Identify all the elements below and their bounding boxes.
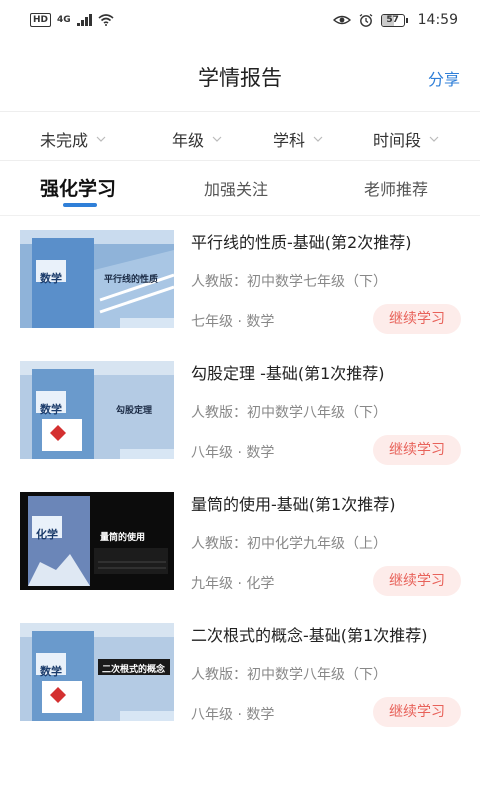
- wifi-icon: [98, 14, 114, 26]
- filter-period-dropdown[interactable]: 时间段: [373, 127, 439, 151]
- lesson-title: 量筒的使用-基础(第1次推荐): [191, 495, 396, 514]
- chevron-down-icon: [212, 136, 222, 142]
- lesson-meta: 八年级 · 数学: [191, 445, 275, 461]
- lesson-list: 数学 平行线的性质 平行线的性质-基础(第2次推荐) 人教版：初中数学七年级（下…: [0, 217, 480, 741]
- lesson-thumbnail[interactable]: 数学 勾股定理: [20, 361, 174, 459]
- lesson-edition: 人教版：初中数学八年级（下）: [191, 667, 387, 683]
- lesson-meta: 七年级 · 数学: [191, 314, 275, 330]
- alarm-icon: [359, 13, 373, 27]
- battery-level: 57: [386, 14, 399, 25]
- cover-subject: 化学: [36, 528, 58, 541]
- hd-badge: HD: [30, 13, 52, 27]
- cover-topic: 二次根式的概念: [102, 665, 166, 675]
- tab-attention[interactable]: 加强关注: [204, 176, 268, 200]
- cover-subject: 数学: [40, 665, 62, 678]
- page-title: 学情报告: [198, 66, 282, 90]
- lesson-meta: 九年级 · 化学: [191, 576, 275, 592]
- continue-study-button[interactable]: 继续学习: [373, 304, 461, 334]
- lesson-title: 二次根式的概念-基础(第1次推荐): [191, 626, 428, 645]
- filter-label: 年级: [172, 131, 205, 150]
- chevron-down-icon: [313, 136, 323, 142]
- signal-icon: [76, 14, 92, 26]
- lesson-thumbnail[interactable]: 化学 量筒的使用: [20, 492, 174, 590]
- continue-study-button[interactable]: 继续学习: [373, 566, 461, 596]
- cover-topic: 勾股定理: [116, 406, 153, 416]
- status-bar: HD 4G 57 14:59: [0, 0, 480, 40]
- list-item[interactable]: 化学 量筒的使用 量筒的使用-基础(第1次推荐) 人教版：初中化学九年级（上） …: [0, 479, 480, 610]
- lesson-edition: 人教版：初中化学九年级（上）: [191, 536, 387, 552]
- status-left: HD 4G: [30, 13, 114, 27]
- active-tab-indicator: [63, 203, 97, 207]
- battery-icon: 57: [380, 13, 408, 27]
- status-right: 57 14:59: [332, 12, 458, 28]
- filter-label: 未完成: [40, 131, 89, 150]
- lesson-thumbnail[interactable]: 数学 二次根式的概念: [20, 623, 174, 721]
- lesson-thumbnail[interactable]: 数学 平行线的性质: [20, 230, 174, 328]
- filter-label: 学科: [273, 131, 306, 150]
- network-type-label: 4G: [57, 15, 71, 25]
- filter-bar: 未完成 年级 学科 时间段: [0, 113, 480, 161]
- eye-comfort-icon: [332, 15, 351, 25]
- lesson-edition: 人教版：初中数学八年级（下）: [191, 405, 387, 421]
- list-item[interactable]: 数学 平行线的性质 平行线的性质-基础(第2次推荐) 人教版：初中数学七年级（下…: [0, 217, 480, 348]
- chevron-down-icon: [96, 136, 106, 142]
- continue-study-button[interactable]: 继续学习: [373, 435, 461, 465]
- lesson-edition: 人教版：初中数学七年级（下）: [191, 274, 387, 290]
- filter-status-dropdown[interactable]: 未完成: [40, 127, 106, 151]
- clock: 14:59: [417, 12, 458, 28]
- tab-reinforce[interactable]: 强化学习: [40, 174, 116, 201]
- filter-label: 时间段: [373, 131, 422, 150]
- tab-bar: 强化学习 加强关注 老师推荐: [0, 162, 480, 216]
- lesson-title: 平行线的性质-基础(第2次推荐): [191, 233, 412, 252]
- lesson-title: 勾股定理 -基础(第1次推荐): [191, 364, 385, 383]
- lesson-meta: 八年级 · 数学: [191, 707, 275, 723]
- continue-study-button[interactable]: 继续学习: [373, 697, 461, 727]
- tab-teacher-recommend[interactable]: 老师推荐: [364, 176, 428, 200]
- filter-subject-dropdown[interactable]: 学科: [273, 127, 323, 151]
- cover-subject: 数学: [40, 272, 62, 285]
- list-item[interactable]: 数学 勾股定理 勾股定理 -基础(第1次推荐) 人教版：初中数学八年级（下） 八…: [0, 348, 480, 479]
- cover-subject: 数学: [40, 403, 62, 416]
- share-button[interactable]: 分享: [428, 66, 460, 90]
- cover-topic: 量筒的使用: [100, 533, 146, 543]
- chevron-down-icon: [429, 136, 439, 142]
- app-header: 学情报告 分享: [0, 40, 480, 112]
- filter-grade-dropdown[interactable]: 年级: [172, 127, 222, 151]
- cover-topic: 平行线的性质: [104, 275, 159, 285]
- list-item[interactable]: 数学 二次根式的概念 二次根式的概念-基础(第1次推荐) 人教版：初中数学八年级…: [0, 610, 480, 741]
